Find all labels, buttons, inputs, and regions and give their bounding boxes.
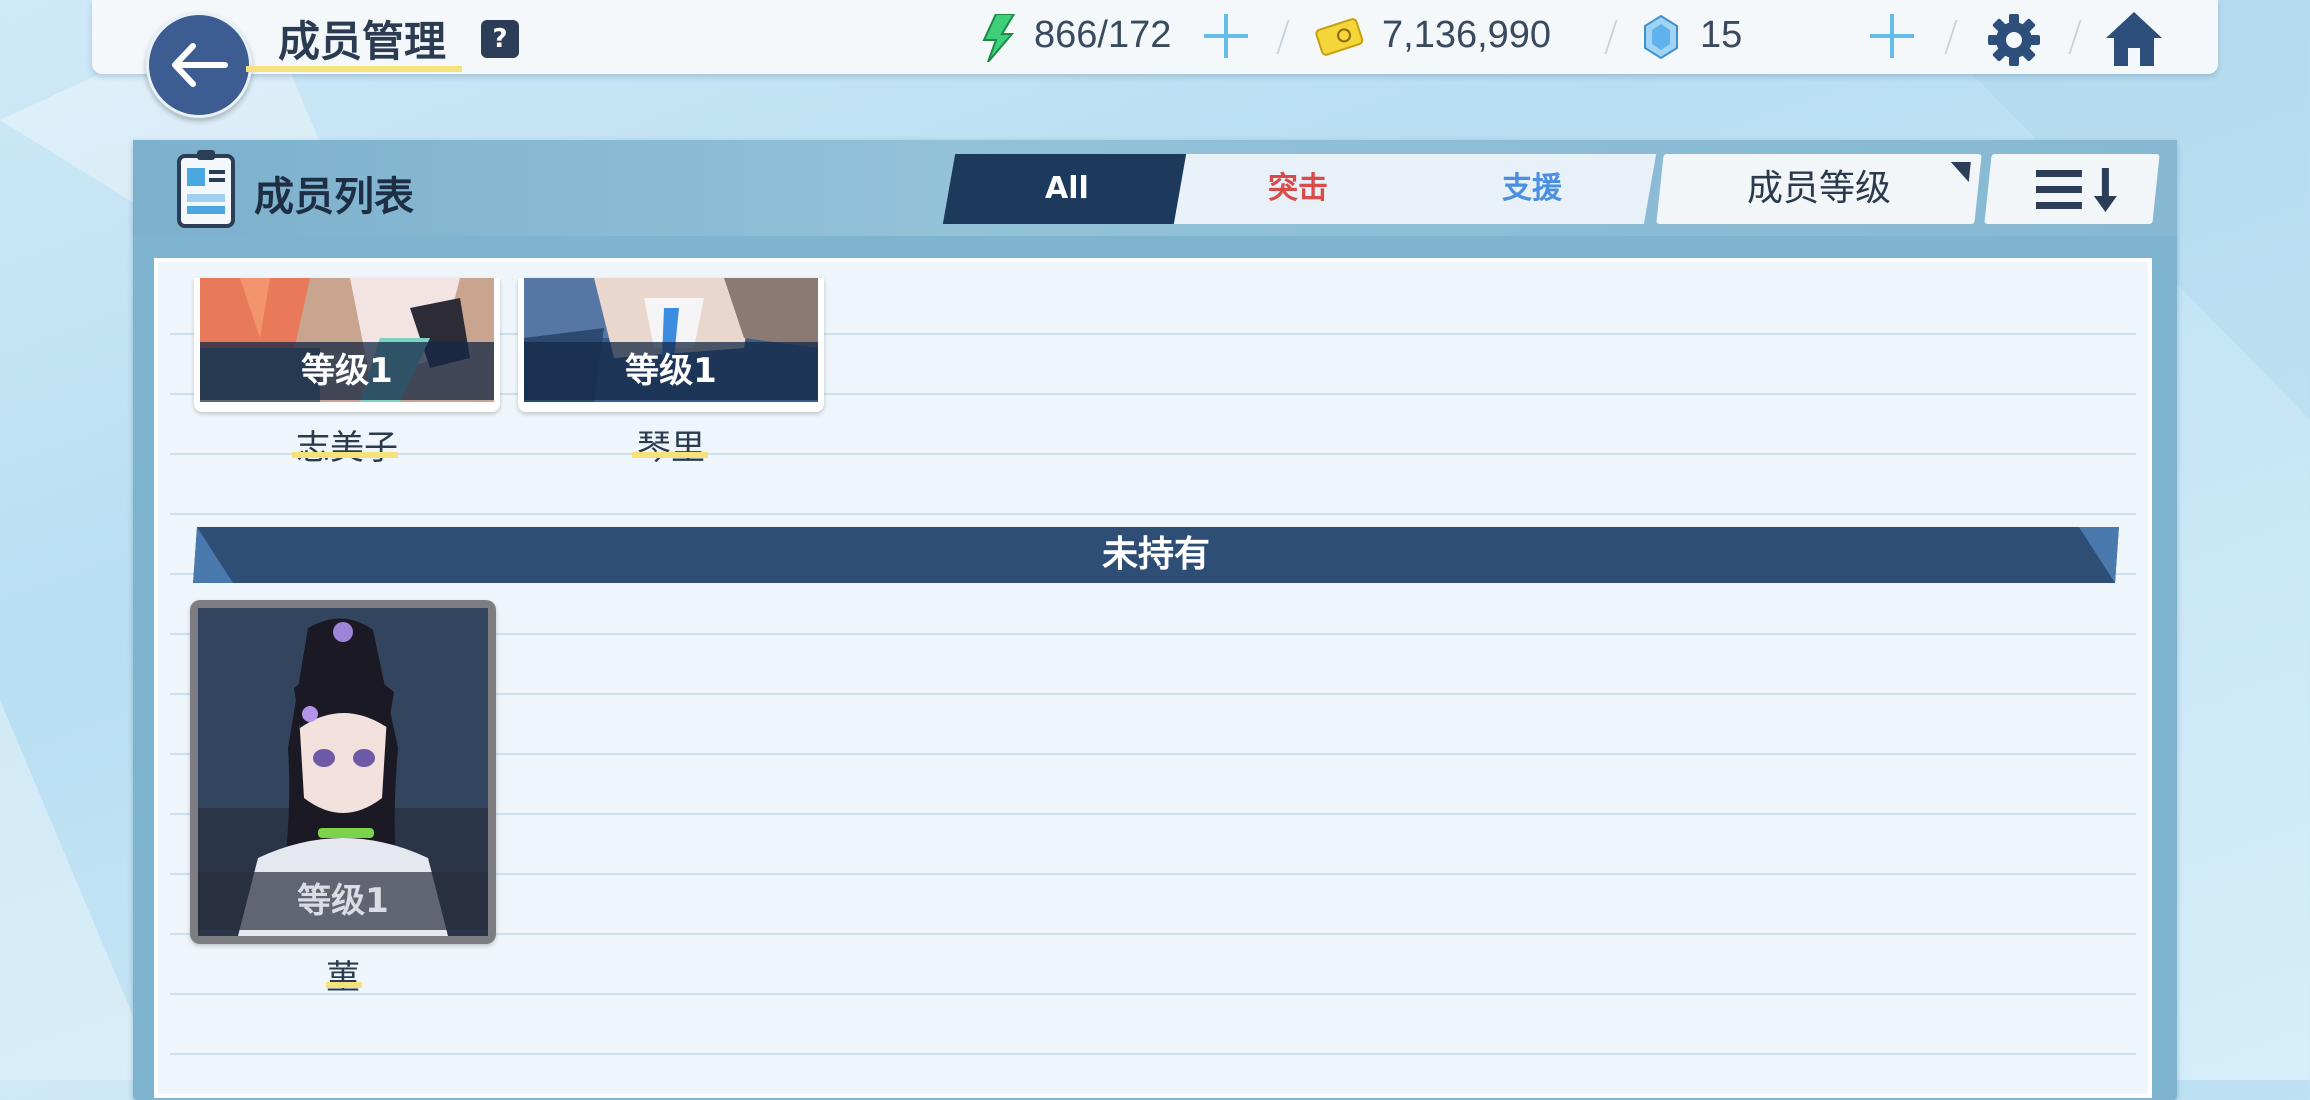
member-card[interactable]: 等级1: [518, 278, 824, 412]
gem-icon: [1644, 14, 1678, 60]
member-name: 志美子: [296, 428, 398, 468]
sort-descending-icon: [2035, 168, 2117, 212]
member-name: 琴里: [637, 428, 705, 468]
member-card[interactable]: 等级1: [194, 278, 500, 412]
tab-all[interactable]: All: [942, 154, 1192, 224]
level-badge: 等级1: [198, 872, 488, 930]
lightning-icon: [982, 14, 1016, 62]
level-badge: 等级1: [524, 342, 818, 400]
name-underline: [632, 452, 708, 458]
gems-value: 15: [1700, 14, 1743, 56]
add-energy-button[interactable]: [1204, 14, 1248, 58]
tab-label: 支援: [1502, 171, 1562, 206]
member-card[interactable]: 等级1: [190, 600, 496, 944]
section-title-unowned: 未持有: [1101, 534, 1210, 575]
tab-attack[interactable]: 突击: [1173, 154, 1423, 224]
gear-icon[interactable]: [1986, 12, 2042, 68]
sort-label: 成员等级: [1746, 168, 1891, 209]
dropdown-corner-icon: [1948, 162, 1971, 182]
energy-value: 866/172: [1034, 14, 1172, 56]
back-button[interactable]: [146, 12, 252, 118]
page-title: 成员管理: [278, 17, 447, 66]
help-button[interactable]: ?: [481, 20, 519, 58]
tab-label: 突击: [1268, 171, 1328, 206]
add-gems-button[interactable]: [1870, 14, 1914, 58]
title-underline: [246, 66, 462, 72]
level-badge: 等级1: [200, 342, 494, 400]
arrow-left-icon: [172, 43, 228, 87]
member-name: 菫: [326, 958, 360, 998]
tab-label: All: [1045, 171, 1089, 206]
home-icon[interactable]: [2104, 10, 2164, 68]
list-title: 成员列表: [254, 174, 414, 220]
credit-ticket-icon: [1315, 18, 1364, 56]
name-underline: [292, 452, 398, 458]
sort-select[interactable]: 成员等级: [1656, 154, 1982, 224]
sort-order-button[interactable]: [1984, 154, 2160, 224]
member-card-icon: [177, 150, 235, 228]
tab-support[interactable]: 支援: [1407, 154, 1657, 224]
credits-value: 7,136,990: [1382, 14, 1552, 56]
name-underline: [326, 982, 362, 988]
